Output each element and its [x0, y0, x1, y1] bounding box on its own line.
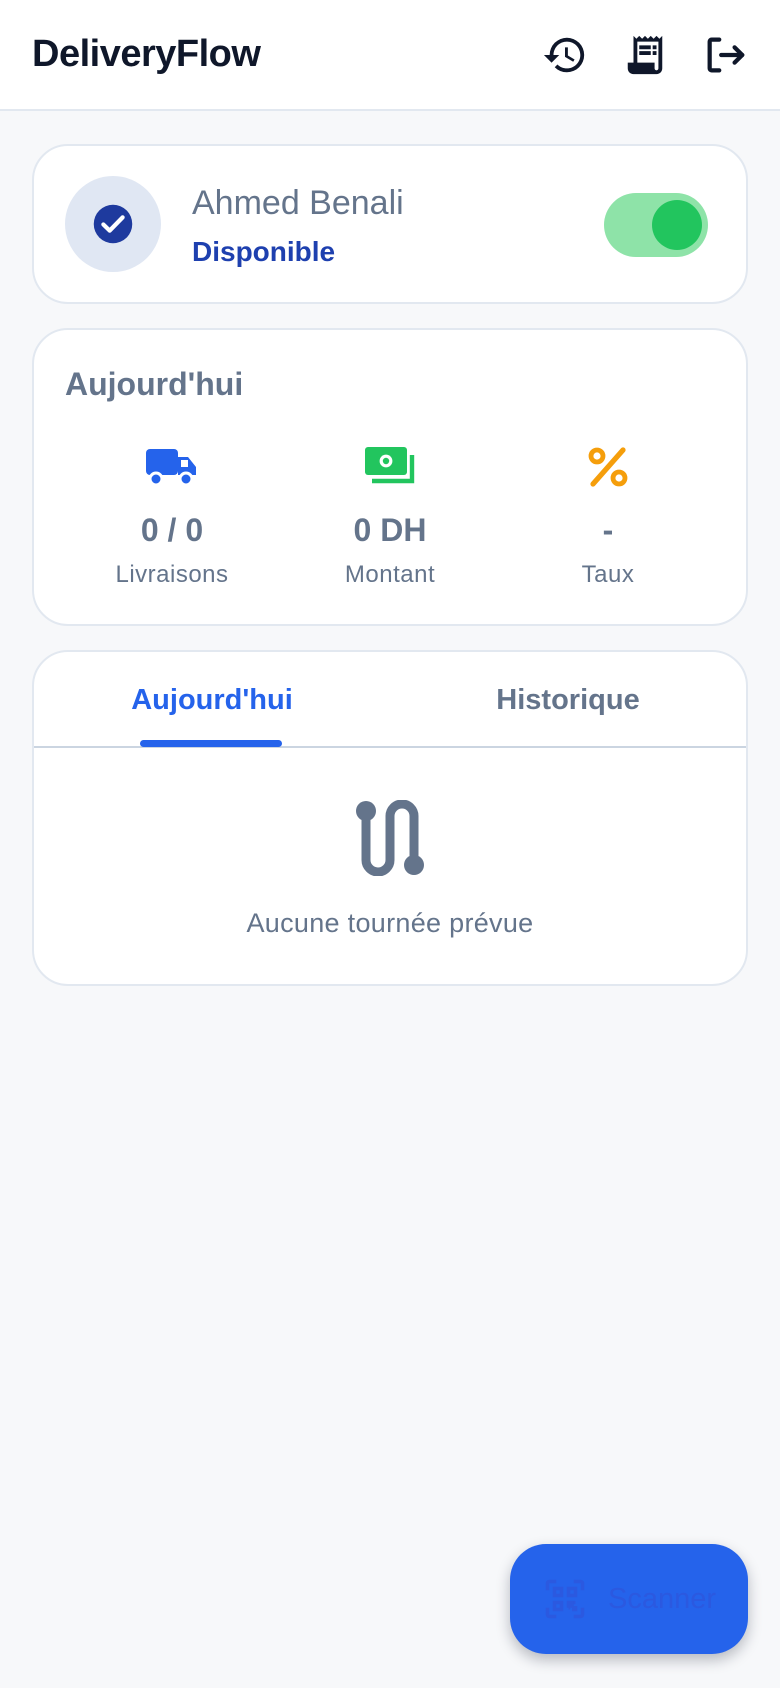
today-stats-card: Aujourd'hui 0 / 0 Livraisons 0 DH Montan… — [32, 328, 748, 626]
tab-bar: Aujourd'hui Historique — [34, 652, 746, 748]
cash-icon — [365, 447, 415, 484]
receipt-icon — [627, 35, 663, 74]
stat-deliveries: 0 / 0 Livraisons — [58, 442, 286, 589]
availability-toggle[interactable] — [604, 193, 708, 257]
driver-name: Ahmed Benali — [192, 184, 404, 222]
amount-value: 0 DH — [353, 512, 427, 548]
deliveries-value: 0 / 0 — [140, 512, 204, 548]
deliveries-label: Livraisons — [115, 561, 229, 588]
amount-label: Montant — [344, 561, 436, 588]
truck-icon — [146, 449, 196, 487]
receipt-button[interactable] — [622, 32, 668, 78]
routes-card: Aujourd'hui Historique Aucune tournée pr… — [32, 650, 748, 986]
stats-title: Aujourd'hui — [65, 366, 244, 402]
history-button[interactable] — [542, 32, 588, 78]
toggle-knob — [652, 200, 702, 250]
tab-today[interactable]: Aujourd'hui — [34, 652, 390, 748]
logout-icon — [707, 37, 745, 72]
qr-code-icon — [545, 1579, 585, 1619]
stat-amount: 0 DH Montant — [276, 442, 504, 589]
history-icon — [543, 37, 585, 72]
active-tab-indicator — [140, 740, 282, 747]
profile-card: Ahmed Benali Disponible — [32, 144, 748, 304]
rate-value: - — [602, 512, 614, 548]
empty-state-text: Aucune tournée prévue — [246, 908, 534, 938]
app-bar: DeliveryFlow — [0, 0, 780, 111]
logout-button[interactable] — [702, 32, 748, 78]
scanner-label: Scanner — [608, 1582, 717, 1615]
rate-label: Taux — [581, 561, 635, 588]
app-title: DeliveryFlow — [32, 33, 261, 75]
availability-status: Disponible — [192, 236, 336, 267]
app-bar-actions — [542, 32, 748, 78]
stat-rate: - Taux — [494, 442, 722, 589]
check-circle-icon — [93, 204, 133, 244]
percent-icon — [588, 447, 628, 487]
avatar — [65, 176, 161, 272]
scanner-button[interactable]: Scanner — [510, 1544, 748, 1654]
tab-history[interactable]: Historique — [390, 652, 746, 748]
route-icon — [356, 800, 424, 876]
